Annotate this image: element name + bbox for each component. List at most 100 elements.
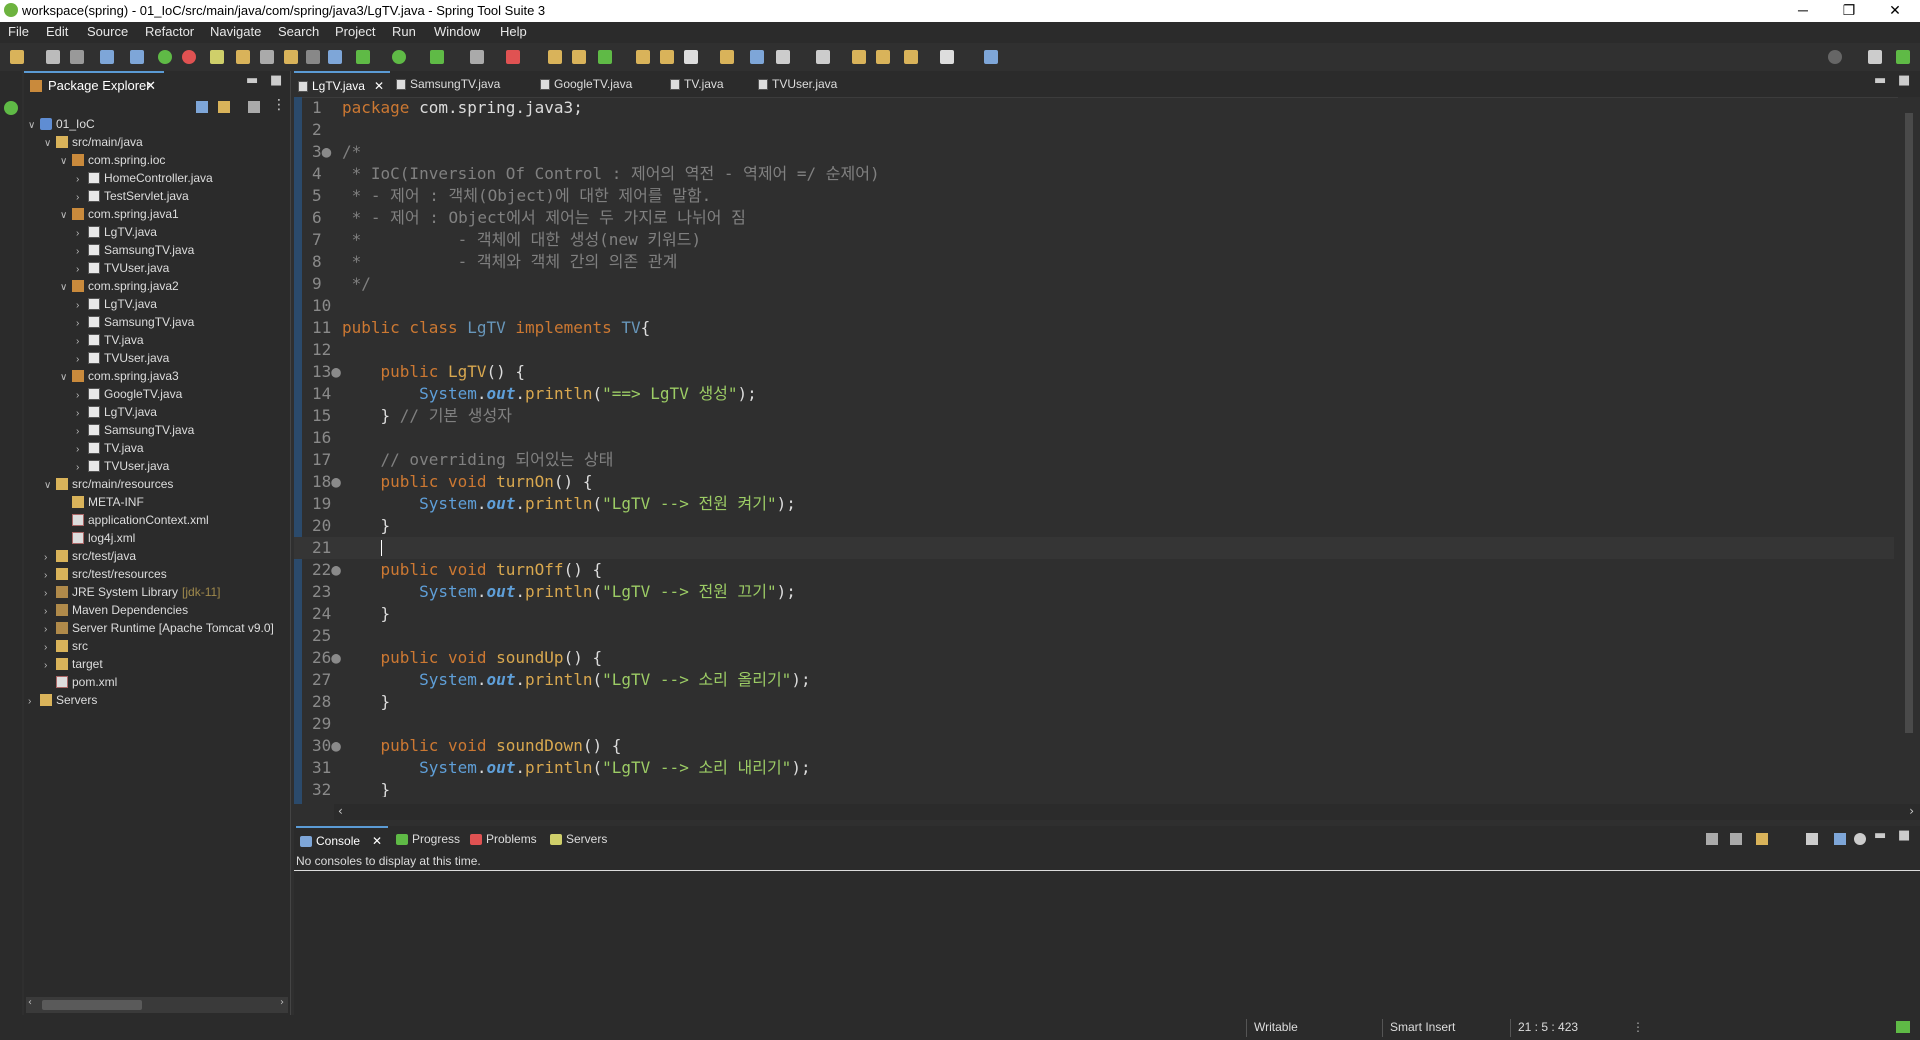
- code-line[interactable]: 21: [294, 537, 1894, 559]
- tree-item[interactable]: › TVUser.java: [76, 259, 169, 277]
- tree-item[interactable]: › TestServlet.java: [76, 187, 189, 205]
- tree-item[interactable]: › SamsungTV.java: [76, 421, 194, 439]
- maximize-view-icon[interactable]: ■: [270, 73, 282, 88]
- new-console-icon[interactable]: [1756, 833, 1768, 845]
- code-line[interactable]: 19 System.out.println("LgTV --> 전원 켜기");: [294, 493, 1894, 515]
- tree-item[interactable]: applicationContext.xml: [60, 511, 209, 529]
- editor-vscroll[interactable]: [1898, 97, 1920, 804]
- display-console-icon[interactable]: [1730, 833, 1742, 845]
- menu-window[interactable]: Window: [434, 24, 480, 39]
- menu-search[interactable]: Search: [278, 24, 319, 39]
- scroll-left-icon[interactable]: ‹: [28, 997, 32, 1008]
- open-resource-icon[interactable]: [720, 50, 734, 64]
- stop-icon[interactable]: [470, 50, 484, 64]
- tree-item[interactable]: › TVUser.java: [76, 349, 169, 367]
- code-line[interactable]: 17 // overriding 되어있는 상태: [294, 449, 1894, 471]
- tree-item[interactable]: › JRE System Library [jdk-11]: [44, 583, 221, 601]
- tree-item[interactable]: › src/test/resources: [44, 565, 167, 583]
- tree-item[interactable]: log4j.xml: [60, 529, 135, 547]
- tree-item[interactable]: › LgTV.java: [76, 223, 157, 241]
- search-icon[interactable]: [1828, 50, 1842, 64]
- code-line[interactable]: 12: [294, 339, 1894, 361]
- tab-tvuser-java[interactable]: TVUser.java: [754, 71, 854, 97]
- debug-run-icon[interactable]: [356, 50, 370, 64]
- code-line[interactable]: 4 * IoC(Inversion Of Control : 제어의 역전 - …: [294, 163, 1894, 185]
- tab-package-explorer[interactable]: Package Explorer ✕: [24, 71, 164, 97]
- status-menu-icon[interactable]: ⋮: [1632, 1020, 1644, 1034]
- tree-item[interactable]: › Servers: [28, 691, 97, 709]
- tree-item[interactable]: › TV.java: [76, 331, 144, 349]
- code-line[interactable]: 24 }: [294, 603, 1894, 625]
- tree-item[interactable]: › GoogleTV.java: [76, 385, 182, 403]
- open-task-icon[interactable]: [660, 50, 674, 64]
- code-line[interactable]: 25: [294, 625, 1894, 647]
- debug-icon[interactable]: [130, 50, 144, 64]
- annotations-icon[interactable]: [750, 50, 764, 64]
- show-whitespace-icon[interactable]: [328, 50, 342, 64]
- tab-lgtv-java[interactable]: LgTV.java ✕: [294, 71, 390, 97]
- run-icon[interactable]: [392, 50, 406, 64]
- tree-item[interactable]: ∨ com.spring.ioc: [60, 151, 165, 169]
- menu-help[interactable]: Help: [500, 24, 527, 39]
- code-line[interactable]: 20 }: [294, 515, 1894, 537]
- word-wrap-icon[interactable]: [1834, 833, 1846, 845]
- menu-edit[interactable]: Edit: [46, 24, 68, 39]
- filter-icon[interactable]: [248, 101, 260, 113]
- view-menu-icon[interactable]: ⋮: [272, 97, 286, 113]
- code-line[interactable]: 8 * - 객체와 객체 간의 의존 관계: [294, 251, 1894, 273]
- package-explorer-hscroll[interactable]: ‹ ›: [26, 997, 288, 1013]
- code-line[interactable]: 13● public LgTV() {: [294, 361, 1894, 383]
- terminal-icon[interactable]: [100, 50, 114, 64]
- tree-item[interactable]: ∨ src/main/resources: [44, 475, 173, 493]
- code-line[interactable]: 7 * - 객체에 대한 생성(new 키워드): [294, 229, 1894, 251]
- close-tab-icon[interactable]: ✕: [374, 73, 384, 99]
- open-type-icon[interactable]: [260, 50, 274, 64]
- maximize-editor-icon[interactable]: ■: [1898, 73, 1910, 88]
- expand-toggle-icon[interactable]: ›: [28, 693, 40, 711]
- tab-console[interactable]: Console ✕: [296, 826, 388, 852]
- expand-toggle-icon[interactable]: ∨: [60, 207, 72, 225]
- boot-dashboard-minimized-icon[interactable]: [4, 101, 18, 115]
- expand-toggle-icon[interactable]: ∨: [44, 135, 56, 153]
- vscroll-thumb[interactable]: [1905, 113, 1913, 733]
- code-line[interactable]: 14 System.out.println("==> LgTV 생성");: [294, 383, 1894, 405]
- code-line[interactable]: 26● public void soundUp() {: [294, 647, 1894, 669]
- tab-samsungtv-java[interactable]: SamsungTV.java: [392, 71, 512, 97]
- code-line[interactable]: 31 System.out.println("LgTV --> 소리 내리기")…: [294, 757, 1894, 779]
- hscroll-thumb[interactable]: [42, 1000, 142, 1010]
- save-all-icon[interactable]: [70, 50, 84, 64]
- expand-toggle-icon[interactable]: ∨: [28, 117, 40, 135]
- code-line[interactable]: 22● public void turnOff() {: [294, 559, 1894, 581]
- forward-edit-icon[interactable]: [876, 50, 890, 64]
- tree-item[interactable]: › src: [44, 637, 88, 655]
- menu-source[interactable]: Source: [87, 24, 128, 39]
- menu-file[interactable]: File: [8, 24, 29, 39]
- tree-item[interactable]: pom.xml: [44, 673, 117, 691]
- tree-item[interactable]: ∨ com.spring.java3: [60, 367, 179, 385]
- new-class-icon[interactable]: [598, 50, 612, 64]
- tree-item[interactable]: › HomeController.java: [76, 169, 213, 187]
- code-line[interactable]: 32 }: [294, 779, 1894, 797]
- external-tools-icon[interactable]: [506, 50, 520, 64]
- tree-item[interactable]: › target: [44, 655, 103, 673]
- new-icon[interactable]: [10, 50, 24, 64]
- code-line[interactable]: 1 package com.spring.java3;: [294, 97, 1894, 119]
- menu-refactor[interactable]: Refactor: [145, 24, 194, 39]
- tree-item[interactable]: › TV.java: [76, 439, 144, 457]
- tree-item[interactable]: ∨ 01_IoC: [28, 115, 95, 133]
- code-line[interactable]: 29: [294, 713, 1894, 735]
- close-view-icon[interactable]: ✕: [145, 73, 156, 99]
- next-annotation-icon[interactable]: [776, 50, 790, 64]
- menu-run[interactable]: Run: [392, 24, 416, 39]
- toggle-mark-icon[interactable]: [306, 50, 320, 64]
- menu-project[interactable]: Project: [335, 24, 375, 39]
- forward-icon[interactable]: [940, 50, 954, 64]
- code-line[interactable]: 23 System.out.println("LgTV --> 전원 끄기");: [294, 581, 1894, 603]
- pin-editor-icon[interactable]: [984, 50, 998, 64]
- tree-item[interactable]: › SamsungTV.java: [76, 313, 194, 331]
- code-line[interactable]: 27 System.out.println("LgTV --> 소리 올리기")…: [294, 669, 1894, 691]
- minimize-panel-icon[interactable]: ▬: [1874, 828, 1886, 843]
- code-line[interactable]: 18● public void turnOn() {: [294, 471, 1894, 493]
- maximize-panel-icon[interactable]: ■: [1898, 828, 1910, 843]
- editor-hscroll[interactable]: ‹ ›: [334, 804, 1920, 820]
